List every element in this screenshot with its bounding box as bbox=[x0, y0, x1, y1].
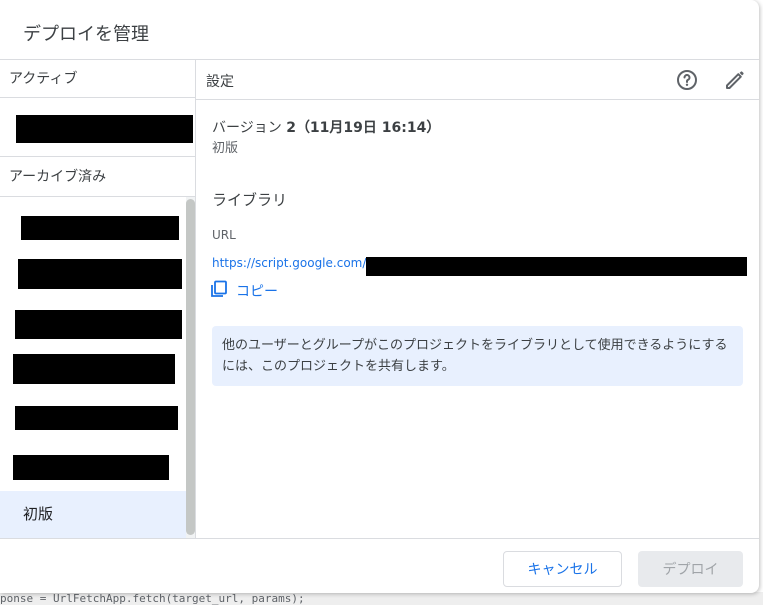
version-prefix: バージョン bbox=[212, 120, 282, 136]
deploy-button[interactable]: デプロイ bbox=[638, 551, 743, 587]
version-description: 初版 bbox=[212, 141, 239, 156]
copy-button[interactable]: コピー bbox=[210, 280, 278, 302]
copy-label: コピー bbox=[236, 284, 278, 300]
help-icon[interactable] bbox=[675, 68, 699, 92]
cancel-button[interactable]: キャンセル bbox=[503, 551, 622, 587]
settings-label: 設定 bbox=[206, 74, 234, 90]
version-number: 2 bbox=[286, 120, 296, 136]
scrollbar-thumb[interactable] bbox=[186, 199, 195, 535]
active-deployment-item[interactable] bbox=[16, 115, 193, 143]
active-section-header: アクティブ bbox=[0, 60, 195, 98]
archived-section-header: アーカイブ済み bbox=[0, 156, 195, 197]
version-title: バージョン 2（11月19日 16:14） bbox=[212, 117, 440, 137]
redacted-url-part bbox=[366, 257, 747, 276]
archived-deployment-item[interactable] bbox=[21, 216, 179, 240]
archived-list[interactable]: 初版 bbox=[0, 197, 195, 538]
background-code-line: ponse = UrlFetchApp.fetch(target_url, pa… bbox=[0, 592, 305, 605]
archived-deployment-item[interactable] bbox=[15, 310, 182, 339]
url-label: URL bbox=[212, 228, 236, 242]
selected-deployment-item[interactable]: 初版 bbox=[0, 491, 186, 538]
version-date: （11月19日 16:14） bbox=[295, 120, 441, 136]
details-header: 設定 bbox=[196, 60, 759, 100]
archived-deployment-item[interactable] bbox=[13, 354, 175, 384]
archived-deployment-item[interactable] bbox=[15, 406, 178, 430]
deployments-list-panel: アクティブ アーカイブ済み 初版 bbox=[0, 60, 196, 538]
copy-icon bbox=[210, 280, 228, 302]
archived-deployment-item[interactable] bbox=[13, 455, 169, 480]
archived-deployment-item[interactable] bbox=[18, 259, 182, 289]
library-label: ライブラリ bbox=[212, 191, 288, 209]
background-code-editor: ponse = UrlFetchApp.fetch(target_url, pa… bbox=[0, 592, 763, 605]
share-info-box: 他のユーザーとグループがこのプロジェクトをライブラリとして使用できるようにするに… bbox=[212, 326, 743, 386]
library-url-link[interactable]: https://script.google.com/ bbox=[212, 256, 366, 270]
share-info-text: 他のユーザーとグループがこのプロジェクトをライブラリとして使用できるようにするに… bbox=[222, 338, 728, 374]
manage-deployments-dialog: デプロイを管理 アクティブ アーカイブ済み 初版 設定 バージョン 2（11月1… bbox=[0, 0, 759, 593]
footer-divider bbox=[0, 538, 759, 539]
dialog-title: デプロイを管理 bbox=[23, 24, 149, 45]
pencil-icon[interactable] bbox=[723, 68, 747, 92]
